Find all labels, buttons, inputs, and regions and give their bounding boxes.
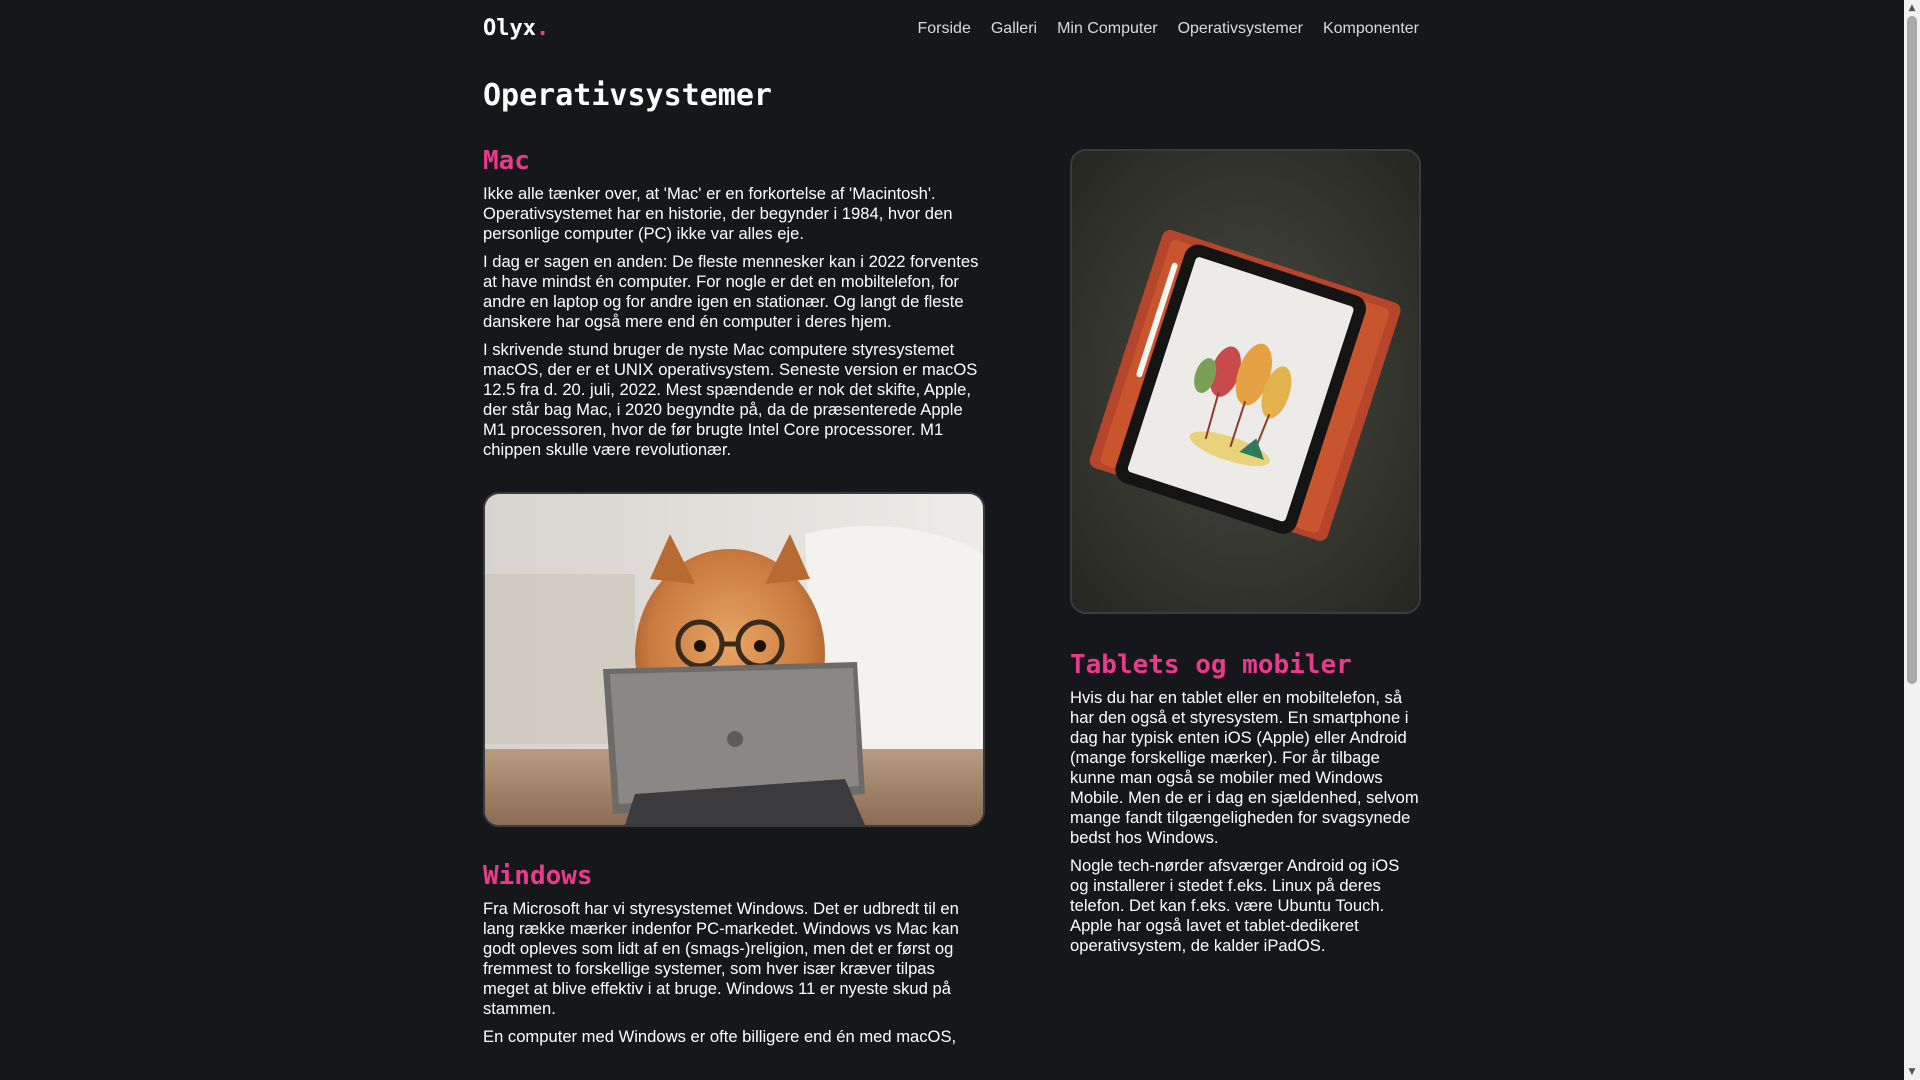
windows-heading: Windows <box>483 861 593 891</box>
left-column: Mac Ikke alle tænker over, at 'Mac' er e… <box>483 146 985 1047</box>
logo-dot: . <box>535 16 550 41</box>
windows-paragraph: En computer med Windows er ofte billiger… <box>483 1027 957 1046</box>
scroll-up-arrow-icon[interactable]: ▲ <box>1904 0 1920 16</box>
vertical-scrollbar[interactable]: ▲ ▼ <box>1904 0 1920 1080</box>
scroll-down-arrow-icon[interactable]: ▼ <box>1904 1064 1920 1080</box>
dog-with-tablet-image <box>483 492 985 827</box>
page-title: Operativsystemer <box>483 78 772 113</box>
windows-section: Windows Fra Microsoft har vi styresystem… <box>483 861 985 1047</box>
nav-link-operativsystemer[interactable]: Operativsystemer <box>1178 20 1303 38</box>
tablet-with-drawing-image <box>1070 149 1421 614</box>
mac-section: Mac Ikke alle tænker over, at 'Mac' er e… <box>483 146 985 460</box>
site-header: Olyx. Forside Galleri Min Computer Opera… <box>483 0 1419 64</box>
logo-text: Olyx <box>483 16 536 41</box>
nav-link-komponenter[interactable]: Komponenter <box>1323 20 1419 38</box>
tablets-paragraph: Nogle tech-nørder afsværger Android og i… <box>1070 856 1400 955</box>
tablets-section: Tablets og mobiler Hvis du har en tablet… <box>1070 650 1419 956</box>
site-logo[interactable]: Olyx. <box>483 16 549 41</box>
windows-paragraph: Fra Microsoft har vi styresystemet Windo… <box>483 899 959 1018</box>
mac-paragraph: Ikke alle tænker over, at 'Mac' er en fo… <box>483 184 953 243</box>
scrollbar-thumb[interactable] <box>1907 16 1917 684</box>
mac-heading: Mac <box>483 146 530 176</box>
page-container: Olyx. Forside Galleri Min Computer Opera… <box>483 0 1421 1046</box>
nav-link-galleri[interactable]: Galleri <box>991 20 1037 38</box>
tablets-paragraph: Hvis du har en tablet eller en mobiltele… <box>1070 688 1419 847</box>
mac-paragraph: I dag er sagen en anden: De fleste menne… <box>483 252 979 331</box>
right-column: Tablets og mobiler Hvis du har en tablet… <box>1070 149 1421 956</box>
mac-paragraph: I skrivende stund bruger de nyste Mac co… <box>483 340 978 459</box>
main-nav: Forside Galleri Min Computer Operativsys… <box>917 20 1419 38</box>
tablets-heading: Tablets og mobiler <box>1070 650 1352 680</box>
nav-link-forside[interactable]: Forside <box>917 20 970 38</box>
nav-link-min-computer[interactable]: Min Computer <box>1057 20 1157 38</box>
